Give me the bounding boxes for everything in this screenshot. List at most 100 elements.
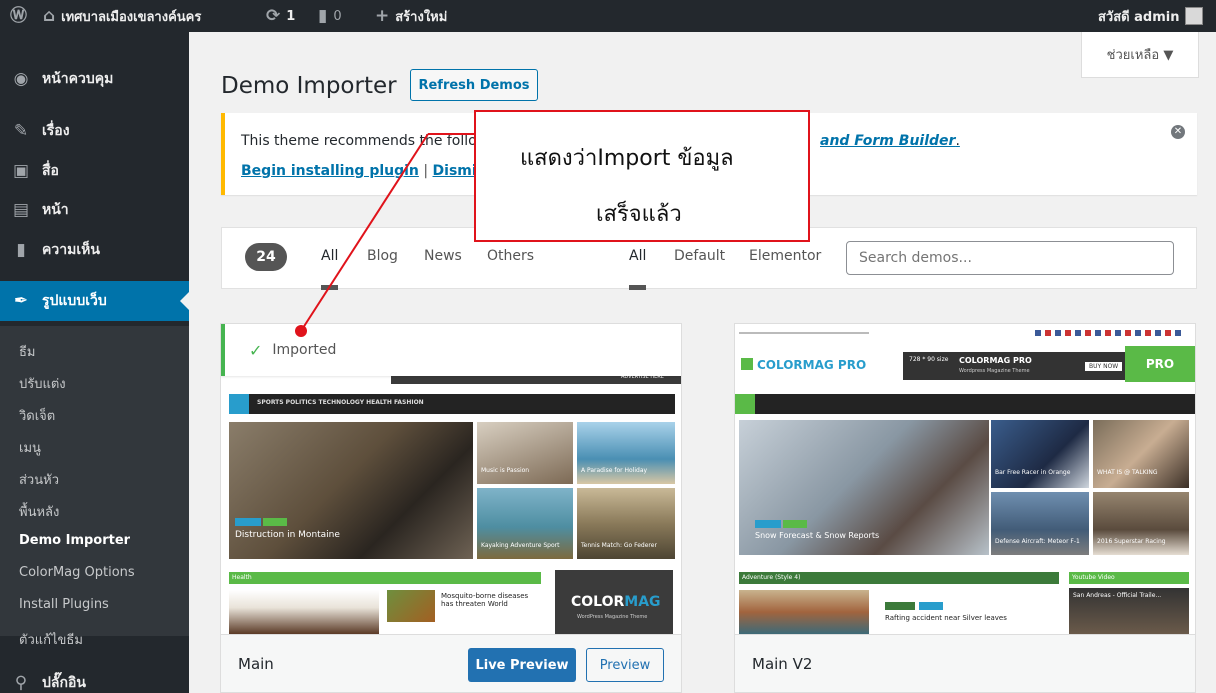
thumb-image <box>1093 420 1189 488</box>
thumb-logo: COLORMAG PRO <box>757 358 867 372</box>
thumb-image <box>1093 492 1189 555</box>
updates-count: 1 <box>286 8 296 24</box>
updates-link[interactable]: ⟳ 1 <box>266 0 295 32</box>
updates-icon: ⟳ <box>266 5 281 26</box>
ad-title: COLORMAG PRO <box>959 356 1032 365</box>
thumb-nav-bar <box>735 394 1195 414</box>
notice-period: . <box>955 133 960 149</box>
menu-item-dashboard[interactable]: ◉ หน้าควบคุม <box>0 59 189 99</box>
callout-line2: เสร็จแล้ว <box>596 202 682 227</box>
featured-caption: Distruction in Montaine <box>235 530 340 540</box>
search-demos-input[interactable] <box>846 241 1174 275</box>
site-name-link[interactable]: ⌂ เทศบาลเมืองเขลางค์นคร <box>43 0 201 32</box>
tab-category-others[interactable]: Others <box>487 248 534 264</box>
submenu-customize[interactable]: ปรับแต่ง <box>19 373 66 394</box>
category-tag <box>235 518 261 526</box>
wordpress-logo[interactable]: Ⓦ <box>10 0 27 32</box>
demo-card-footer: Main Live Preview Preview <box>221 634 681 692</box>
dashboard-icon: ◉ <box>13 69 29 89</box>
comments-link[interactable]: ▮ 0 <box>318 0 342 32</box>
admin-bar: Ⓦ ⌂ เทศบาลเมืองเขลางค์นคร ⟳ 1 ▮ 0 + สร้า… <box>0 0 1216 32</box>
wordpress-icon: Ⓦ <box>10 5 27 26</box>
thumb-image <box>991 420 1089 488</box>
thumb-caption: Bar Free Racer in Orange <box>995 469 1071 476</box>
submenu-background[interactable]: พื้นหลัง <box>19 501 59 522</box>
tab-builder-default[interactable]: Default <box>674 248 725 264</box>
thumb-caption: A Paradise for Holiday <box>581 467 648 474</box>
menu-item-posts[interactable]: ✎ เรื่อง <box>0 111 189 151</box>
preview-button[interactable]: Preview <box>586 648 664 682</box>
thumb-nav-links: SPORTS POLITICS TECHNOLOGY HEALTH FASHIO… <box>257 399 424 406</box>
active-tab-indicator <box>321 285 338 290</box>
tab-category-all[interactable]: All <box>321 248 338 264</box>
help-tab-button[interactable]: ช่วยเหลือ ▼ <box>1081 32 1199 78</box>
thumb-image <box>229 590 379 634</box>
greeting: สวัสดี admin <box>1098 9 1180 25</box>
category-tag <box>885 602 915 610</box>
submenu-colormag-options[interactable]: ColorMag Options <box>19 565 135 580</box>
demo-count-badge: 24 <box>245 243 287 271</box>
plugin-icon: ⚲ <box>14 673 28 693</box>
logo-icon <box>741 358 753 370</box>
menu-item-media[interactable]: ▣ สื่อ <box>0 151 189 191</box>
new-content-link[interactable]: + สร้างใหม่ <box>375 0 447 32</box>
section-strip: Youtube Video <box>1069 572 1189 584</box>
submenu-themes[interactable]: ธีม <box>19 341 36 362</box>
pin-icon: ✎ <box>13 121 29 141</box>
tab-builder-elementor[interactable]: Elementor <box>749 248 821 264</box>
menu-item-comments[interactable]: ▮ ความเห็น <box>0 230 189 270</box>
site-name: เทศบาลเมืองเขลางค์นคร <box>61 9 202 25</box>
thumb-caption: Defense Aircraft: Meteor F-1 <box>995 538 1080 545</box>
menu-label: ความเห็น <box>42 242 100 258</box>
thumb-caption: 2016 Superstar Racing <box>1097 538 1166 545</box>
comments-count: 0 <box>333 8 342 24</box>
ad-sub: Wordpress Magazine Theme <box>959 368 1030 374</box>
live-preview-button[interactable]: Live Preview <box>468 648 576 682</box>
submenu-theme-editor[interactable]: ตัวแก้ไขธีม <box>19 629 83 650</box>
active-tab-indicator <box>629 285 646 290</box>
menu-item-plugins[interactable]: ⚲ ปลั๊กอิน <box>0 663 189 693</box>
menu-label: สื่อ <box>42 163 59 179</box>
tab-category-news[interactable]: News <box>424 248 462 264</box>
close-icon[interactable]: ✕ <box>1171 125 1185 139</box>
page-icon: ▤ <box>12 200 30 220</box>
demo-card-main-v2[interactable]: COLORMAG PRO 728 * 90 size COLORMAG PRO … <box>734 323 1196 693</box>
ad-buy: BUY NOW <box>1085 362 1123 371</box>
media-icon: ▣ <box>12 161 30 181</box>
refresh-demos-button[interactable]: Refresh Demos <box>410 69 538 101</box>
new-label: สร้างใหม่ <box>395 9 448 25</box>
notice-plugin-link[interactable]: and Form Builder. <box>820 133 960 149</box>
social-icons <box>1035 330 1185 336</box>
ad-size: 728 * 90 size <box>909 356 949 363</box>
tab-builder-all[interactable]: All <box>629 248 646 264</box>
comment-bubble-icon: ▮ <box>16 240 26 260</box>
demo-card-footer: Main V2 <box>735 634 1195 692</box>
featured-caption: Snow Forecast & Snow Reports <box>755 531 880 540</box>
submenu-demo-importer[interactable]: Demo Importer <box>19 533 130 548</box>
imported-status: Imported <box>272 342 337 358</box>
tab-category-blog[interactable]: Blog <box>367 248 398 264</box>
thumb-topbar <box>739 332 869 334</box>
begin-installing-link[interactable]: Begin installing plugin <box>241 163 419 179</box>
my-account-link[interactable]: สวัสดี admin <box>1098 0 1204 32</box>
brand-right: MAG <box>624 594 661 610</box>
brand-text: COLORMAG <box>571 594 661 610</box>
demo-card-main[interactable]: ADVERTISE HERE SPORTS POLITICS TECHNOLOG… <box>220 323 682 693</box>
category-tag <box>919 602 943 610</box>
thumb-article-title: Mosquito-borne diseases has threaten Wor… <box>441 592 529 608</box>
comment-icon: ▮ <box>318 5 328 26</box>
submenu-header[interactable]: ส่วนหัว <box>19 469 59 490</box>
submenu-widgets[interactable]: วิดเจ็ต <box>19 405 55 426</box>
menu-item-appearance[interactable]: ✒ รูปแบบเว็บ <box>0 281 189 321</box>
menu-label: หน้า <box>42 202 69 218</box>
notice-text: This theme recommends the follo <box>241 133 477 149</box>
thumb-caption: Kayaking Adventure Sport <box>481 542 560 549</box>
thumb-image <box>577 422 675 484</box>
submenu-menus[interactable]: เมนู <box>19 437 41 458</box>
menu-item-pages[interactable]: ▤ หน้า <box>0 190 189 230</box>
brand-left: COLOR <box>571 594 625 610</box>
category-tag <box>263 518 287 526</box>
thumb-image <box>739 590 869 634</box>
submenu-install-plugins[interactable]: Install Plugins <box>19 597 109 612</box>
imported-notice: ✓ Imported <box>221 324 681 376</box>
